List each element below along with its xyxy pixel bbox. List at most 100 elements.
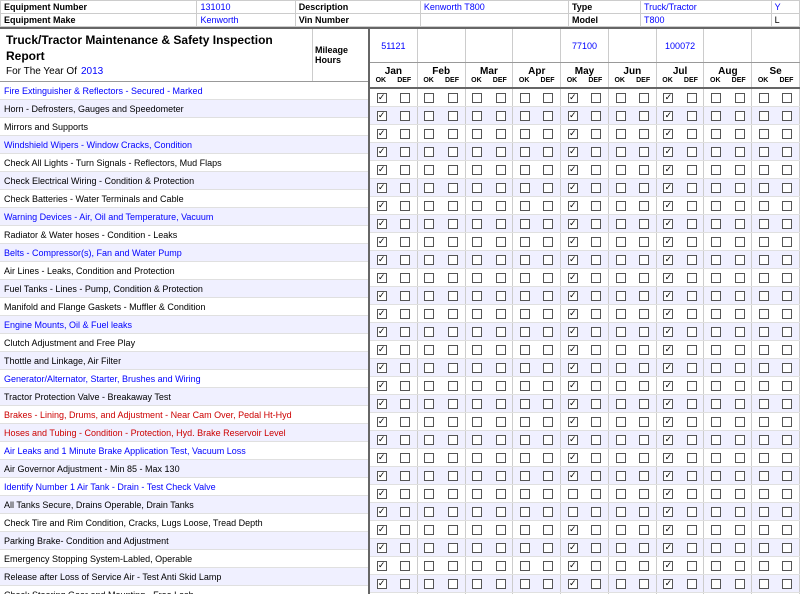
ok-checkbox[interactable] [616,561,626,571]
ok-checkbox[interactable]: ✓ [663,129,673,139]
def-checkbox[interactable] [687,453,697,463]
def-checkbox[interactable] [639,417,649,427]
ok-checkbox[interactable] [759,183,769,193]
ok-checkbox[interactable]: ✓ [377,417,387,427]
ok-checkbox[interactable]: ✓ [568,417,578,427]
ok-checkbox[interactable] [520,363,530,373]
ok-checkbox[interactable] [424,255,434,265]
def-checkbox[interactable] [639,381,649,391]
ok-checkbox[interactable]: ✓ [377,309,387,319]
def-checkbox[interactable] [591,435,601,445]
ok-checkbox[interactable] [472,93,482,103]
def-checkbox[interactable] [687,579,697,589]
def-checkbox[interactable] [400,561,410,571]
ok-checkbox[interactable] [472,561,482,571]
def-checkbox[interactable] [543,417,553,427]
def-checkbox[interactable] [687,309,697,319]
def-checkbox[interactable] [496,399,506,409]
ok-checkbox[interactable] [616,165,626,175]
def-checkbox[interactable] [735,273,745,283]
ok-checkbox[interactable] [424,471,434,481]
def-checkbox[interactable] [448,345,458,355]
ok-checkbox[interactable] [424,435,434,445]
ok-checkbox[interactable] [520,255,530,265]
def-checkbox[interactable] [448,147,458,157]
def-checkbox[interactable] [639,345,649,355]
ok-checkbox[interactable] [616,273,626,283]
ok-checkbox[interactable]: ✓ [568,525,578,535]
ok-checkbox[interactable] [424,381,434,391]
def-checkbox[interactable] [448,471,458,481]
def-checkbox[interactable] [735,543,745,553]
ok-checkbox[interactable]: ✓ [663,471,673,481]
ok-checkbox[interactable] [759,489,769,499]
ok-checkbox[interactable] [711,471,721,481]
ok-checkbox[interactable] [759,435,769,445]
ok-checkbox[interactable]: ✓ [568,435,578,445]
def-checkbox[interactable] [687,237,697,247]
def-checkbox[interactable] [496,201,506,211]
ok-checkbox[interactable] [759,363,769,373]
ok-checkbox[interactable] [472,237,482,247]
ok-checkbox[interactable]: ✓ [663,363,673,373]
ok-checkbox[interactable] [616,345,626,355]
def-checkbox[interactable] [496,165,506,175]
ok-checkbox[interactable] [520,237,530,247]
def-checkbox[interactable] [687,381,697,391]
def-checkbox[interactable] [448,273,458,283]
ok-checkbox[interactable]: ✓ [663,579,673,589]
ok-checkbox[interactable] [759,507,769,517]
ok-checkbox[interactable] [520,453,530,463]
ok-checkbox[interactable]: ✓ [663,147,673,157]
ok-checkbox[interactable] [616,309,626,319]
ok-checkbox[interactable]: ✓ [377,435,387,445]
def-checkbox[interactable] [400,201,410,211]
ok-checkbox[interactable] [472,291,482,301]
def-checkbox[interactable] [639,525,649,535]
def-checkbox[interactable] [639,165,649,175]
ok-checkbox[interactable]: ✓ [377,471,387,481]
def-checkbox[interactable] [543,525,553,535]
def-checkbox[interactable] [639,453,649,463]
ok-checkbox[interactable] [472,255,482,265]
def-checkbox[interactable] [782,273,792,283]
def-checkbox[interactable] [735,111,745,121]
ok-checkbox[interactable]: ✓ [568,129,578,139]
def-checkbox[interactable] [687,111,697,121]
ok-checkbox[interactable]: ✓ [568,291,578,301]
def-checkbox[interactable] [639,129,649,139]
ok-checkbox[interactable] [759,561,769,571]
def-checkbox[interactable] [400,435,410,445]
ok-checkbox[interactable] [520,525,530,535]
ok-checkbox[interactable]: ✓ [663,345,673,355]
ok-checkbox[interactable]: ✓ [663,309,673,319]
ok-checkbox[interactable] [472,507,482,517]
ok-checkbox[interactable] [472,183,482,193]
ok-checkbox[interactable] [711,507,721,517]
def-checkbox[interactable] [400,255,410,265]
ok-checkbox[interactable]: ✓ [377,165,387,175]
ok-checkbox[interactable] [472,525,482,535]
def-checkbox[interactable] [448,417,458,427]
ok-checkbox[interactable] [759,201,769,211]
ok-checkbox[interactable] [616,489,626,499]
ok-checkbox[interactable] [759,129,769,139]
def-checkbox[interactable] [735,399,745,409]
def-checkbox[interactable] [496,435,506,445]
def-checkbox[interactable] [591,525,601,535]
def-checkbox[interactable] [448,453,458,463]
ok-checkbox[interactable] [711,111,721,121]
def-checkbox[interactable] [639,219,649,229]
ok-checkbox[interactable]: ✓ [663,399,673,409]
ok-checkbox[interactable] [520,147,530,157]
ok-checkbox[interactable]: ✓ [568,381,578,391]
ok-checkbox[interactable]: ✓ [568,255,578,265]
ok-checkbox[interactable]: ✓ [663,381,673,391]
ok-checkbox[interactable] [520,561,530,571]
ok-checkbox[interactable]: ✓ [663,255,673,265]
def-checkbox[interactable] [687,435,697,445]
def-checkbox[interactable] [735,507,745,517]
def-checkbox[interactable] [735,471,745,481]
ok-checkbox[interactable] [616,291,626,301]
def-checkbox[interactable] [782,435,792,445]
